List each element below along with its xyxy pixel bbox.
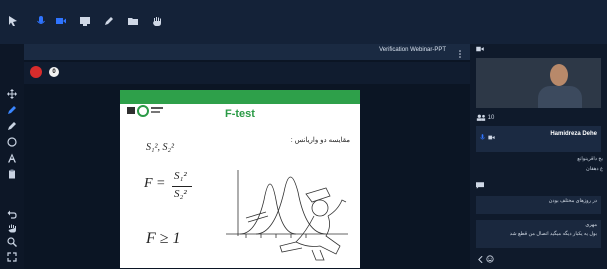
hand-icon[interactable] — [150, 14, 164, 28]
pencil-icon[interactable] — [6, 104, 18, 116]
undo-icon[interactable] — [6, 208, 18, 220]
presenter-body — [538, 86, 582, 108]
page-number-badge[interactable]: 0 — [49, 67, 59, 77]
more-options-icon[interactable] — [458, 46, 462, 58]
statistician-cartoon-illustration — [226, 170, 348, 261]
formula-f-numerator: S₁² — [174, 170, 187, 182]
clipboard-icon[interactable] — [6, 168, 18, 180]
participant-row[interactable]: Hamidreza Dehe — [476, 126, 601, 152]
chat-message: مهری بول یه یکبار دیگه میگید اتصال من قط… — [476, 220, 601, 248]
participant-role-line: ع دهقان — [586, 166, 603, 172]
slide: F-test مقایسه دو واریانس : S₁², S₂² F = … — [120, 90, 360, 268]
slide-title: F-test — [225, 108, 255, 120]
chat-message-text: در روزهای مختلف بودن — [548, 198, 597, 204]
record-icon[interactable] — [30, 66, 42, 78]
video-camera-icon[interactable] — [54, 14, 68, 28]
presentation-area: Verification Webinar-PPT 0 F-test مقایسه… — [24, 44, 470, 269]
chat-message-author: مهری — [585, 222, 597, 228]
users-icon — [476, 114, 486, 121]
chat-message-text: بول یه یکبار دیگه میگید اتصال من قطع شد — [509, 231, 597, 237]
slide-subtitle: مقایسه دو واریانس : — [290, 137, 350, 144]
formula-variances: S₁², S₂² — [146, 142, 174, 153]
participant-role-line: بخ داقرینوانع — [577, 156, 603, 162]
participants-count: 10 — [487, 115, 495, 122]
camera-icon[interactable] — [488, 135, 495, 140]
marker-icon[interactable] — [6, 120, 18, 132]
collapse-chevron-icon[interactable] — [478, 256, 483, 263]
fraction-bar — [172, 186, 192, 187]
presenter-face — [550, 64, 568, 86]
presentation-title: Verification Webinar-PPT — [379, 47, 446, 53]
chat-controls — [476, 253, 601, 265]
formula-f-lhs: F = — [144, 176, 166, 191]
monitor-icon[interactable] — [78, 14, 92, 28]
chat-icon — [476, 182, 484, 189]
text-tool-icon[interactable] — [6, 152, 18, 164]
chat-message: در روزهای مختلف بودن — [476, 196, 601, 214]
chat-header — [476, 182, 601, 194]
annotation-toolbar — [0, 44, 24, 269]
top-toolbar — [0, 0, 607, 44]
participant-name: Hamidreza Dehe — [550, 131, 597, 137]
formula-f-denominator: S₂² — [174, 188, 187, 200]
microphone-icon[interactable] — [34, 14, 48, 28]
right-panel: 10 Hamidreza Dehe بخ داقرینوانع ع دهقان … — [470, 44, 607, 269]
video-panel-header — [476, 46, 601, 58]
emoji-icon[interactable] — [486, 255, 494, 263]
zoom-icon[interactable] — [6, 236, 18, 248]
microphone-icon[interactable] — [480, 134, 485, 141]
formula-f-ge-one: F ≥ 1 — [146, 230, 181, 247]
folder-icon[interactable] — [126, 14, 140, 28]
participants-header: 10 — [476, 114, 601, 126]
webcam-video[interactable] — [476, 58, 601, 108]
slide-accent-bar — [120, 90, 360, 104]
video-camera-icon — [476, 46, 484, 52]
fullscreen-icon[interactable] — [6, 251, 18, 263]
hand-pan-icon[interactable] — [6, 222, 18, 234]
cursor-icon[interactable] — [6, 14, 20, 28]
presentation-toolbar: 0 — [24, 62, 470, 84]
presentation-header: Verification Webinar-PPT — [24, 44, 470, 60]
pen-icon[interactable] — [102, 14, 116, 28]
move-icon[interactable] — [6, 88, 18, 100]
circle-shape-icon[interactable] — [6, 136, 18, 148]
